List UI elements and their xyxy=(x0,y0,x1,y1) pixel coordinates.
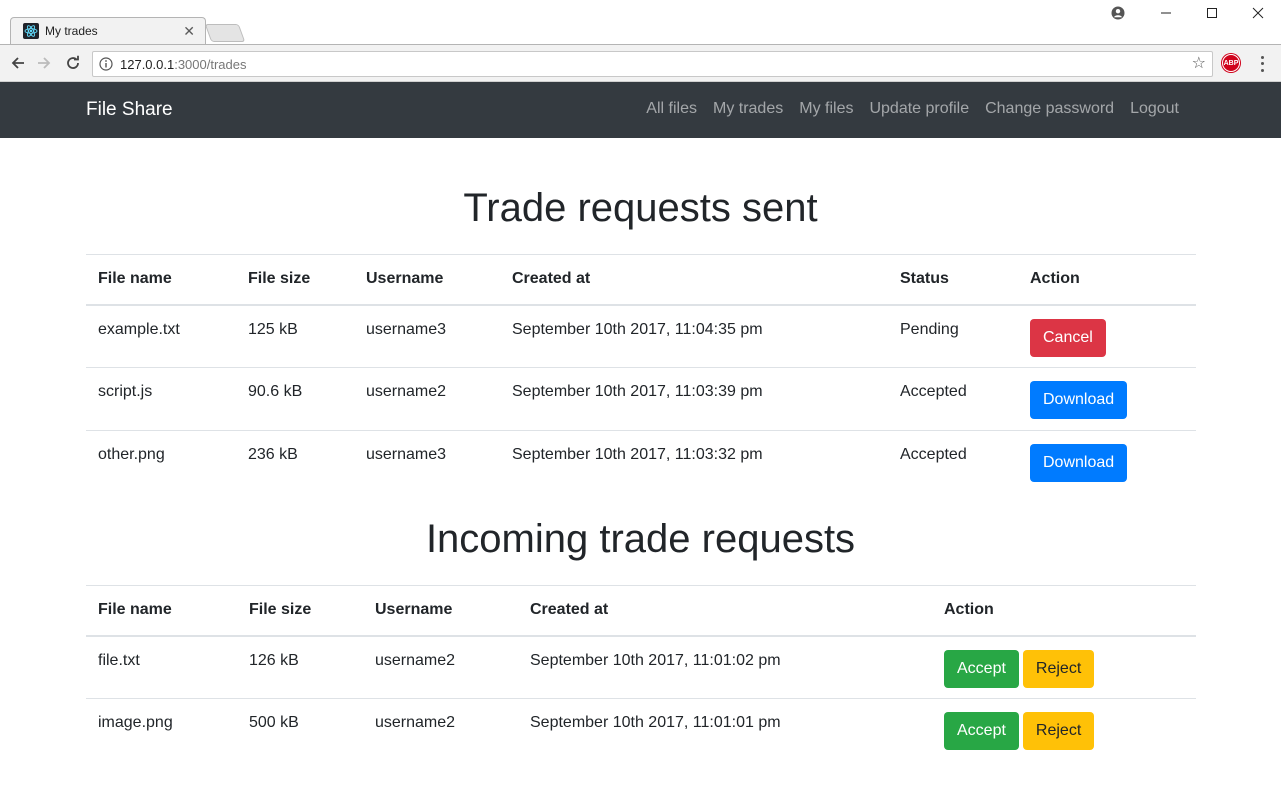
action-cell: Accept Reject xyxy=(932,636,1196,699)
created-at-cell: September 10th 2017, 11:01:01 pm xyxy=(518,698,932,762)
nav-link-change-password[interactable]: Change password xyxy=(977,100,1122,118)
column-header: Username xyxy=(354,254,500,306)
created-at-cell: September 10th 2017, 11:03:32 pm xyxy=(500,430,888,494)
username-cell: username3 xyxy=(354,430,500,494)
status-cell: Pending xyxy=(900,320,959,338)
file-size-cell: 126 kB xyxy=(249,651,299,669)
profile-icon[interactable] xyxy=(1106,4,1130,22)
column-header: Username xyxy=(363,585,518,637)
url-text: 127.0.0.1:3000/trades xyxy=(120,57,247,72)
download-button[interactable]: Download xyxy=(1030,381,1128,419)
browser-tab[interactable]: My trades ✕ xyxy=(10,17,206,45)
nav-links: All files My trades My files Update prof… xyxy=(638,100,1187,118)
column-header: File size xyxy=(237,585,363,637)
action-cell: Download xyxy=(1018,367,1196,431)
column-header: Action xyxy=(932,585,1196,637)
username-cell: username2 xyxy=(375,651,456,669)
file-size-cell: 125 kB xyxy=(248,320,298,338)
table-row: example.txt 125 kB username3 September 1… xyxy=(86,305,1196,368)
forward-arrow-icon[interactable] xyxy=(34,53,54,73)
address-bar[interactable]: 127.0.0.1:3000/trades ☆ xyxy=(92,51,1213,77)
url-path: :3000/trades xyxy=(174,57,247,72)
table-header-row: File name File size Username Created at … xyxy=(86,254,1196,306)
table-row: file.txt 126 kB username2 September 10th… xyxy=(86,636,1196,699)
reject-button[interactable]: Reject xyxy=(1022,649,1095,688)
download-button[interactable]: Download xyxy=(1030,444,1128,482)
status-cell: Accepted xyxy=(888,430,1018,494)
table-header-row: File name File size Username Created at … xyxy=(86,585,1196,637)
created-at-cell: September 10th 2017, 11:04:35 pm xyxy=(512,320,763,338)
column-header: File size xyxy=(236,254,354,306)
nav-link-my-trades[interactable]: My trades xyxy=(705,100,791,118)
back-arrow-icon[interactable] xyxy=(8,53,28,73)
browser-menu-icon[interactable] xyxy=(1255,54,1269,74)
action-cell: Cancel xyxy=(1018,305,1196,368)
adblock-extension-icon[interactable]: ABP xyxy=(1222,54,1240,72)
username-cell: username3 xyxy=(366,320,447,338)
file-size-cell: 500 kB xyxy=(237,698,363,762)
accept-button[interactable]: Accept xyxy=(944,649,1019,688)
file-name-cell: other.png xyxy=(86,430,236,494)
column-header: Action xyxy=(1018,254,1196,306)
tab-close-icon[interactable]: ✕ xyxy=(183,22,195,40)
maximize-icon[interactable] xyxy=(1200,4,1224,22)
reload-icon[interactable] xyxy=(63,53,83,73)
action-cell: Accept Reject xyxy=(932,698,1196,762)
cancel-button[interactable]: Cancel xyxy=(1030,318,1106,357)
window-close-icon[interactable] xyxy=(1246,4,1270,22)
column-header: Created at xyxy=(518,585,932,637)
app-navbar: File Share All files My trades My files … xyxy=(0,82,1281,138)
browser-titlebar: My trades ✕ xyxy=(0,0,1281,45)
nav-link-all-files[interactable]: All files xyxy=(638,100,705,118)
status-cell: Accepted xyxy=(888,367,1018,431)
incoming-trades-table: File name File size Username Created at … xyxy=(86,585,1196,762)
column-header: File name xyxy=(86,254,236,306)
incoming-section-title: Incoming trade requests xyxy=(425,517,856,561)
file-name-cell: image.png xyxy=(86,698,237,762)
brand-link[interactable]: File Share xyxy=(86,99,173,121)
nav-link-my-files[interactable]: My files xyxy=(791,100,861,118)
react-favicon-icon xyxy=(23,23,39,39)
sent-section-title: Trade requests sent xyxy=(463,186,818,230)
column-header: File name xyxy=(86,585,237,637)
sent-trades-table: File name File size Username Created at … xyxy=(86,254,1196,494)
created-at-cell: September 10th 2017, 11:03:39 pm xyxy=(500,367,888,431)
reject-button[interactable]: Reject xyxy=(1022,712,1095,750)
action-cell: Download xyxy=(1018,430,1196,494)
browser-toolbar: 127.0.0.1:3000/trades ☆ ABP xyxy=(0,44,1281,82)
nav-link-logout[interactable]: Logout xyxy=(1122,100,1187,118)
bookmark-star-icon[interactable]: ☆ xyxy=(1192,55,1206,73)
accept-button[interactable]: Accept xyxy=(944,712,1019,750)
minimize-icon[interactable] xyxy=(1154,4,1178,22)
tab-title: My trades xyxy=(45,24,98,38)
file-size-cell: 236 kB xyxy=(236,430,354,494)
url-host: 127.0.0.1 xyxy=(120,57,175,72)
nav-link-update-profile[interactable]: Update profile xyxy=(861,100,977,118)
table-row: script.js 90.6 kB username2 September 10… xyxy=(86,367,1196,431)
table-row: other.png 236 kB username3 September 10t… xyxy=(86,430,1196,494)
column-header: Created at xyxy=(500,254,888,306)
created-at-cell: September 10th 2017, 11:01:02 pm xyxy=(530,651,781,669)
table-row: image.png 500 kB username2 September 10t… xyxy=(86,698,1196,762)
file-name-cell: file.txt xyxy=(98,651,140,669)
file-name-cell: example.txt xyxy=(98,320,180,338)
column-header: Status xyxy=(888,254,1018,306)
site-info-icon[interactable] xyxy=(99,57,113,71)
username-cell: username2 xyxy=(363,698,518,762)
new-tab-button[interactable] xyxy=(204,24,246,42)
file-size-cell: 90.6 kB xyxy=(236,367,354,431)
username-cell: username2 xyxy=(354,367,500,431)
file-name-cell: script.js xyxy=(86,367,236,431)
